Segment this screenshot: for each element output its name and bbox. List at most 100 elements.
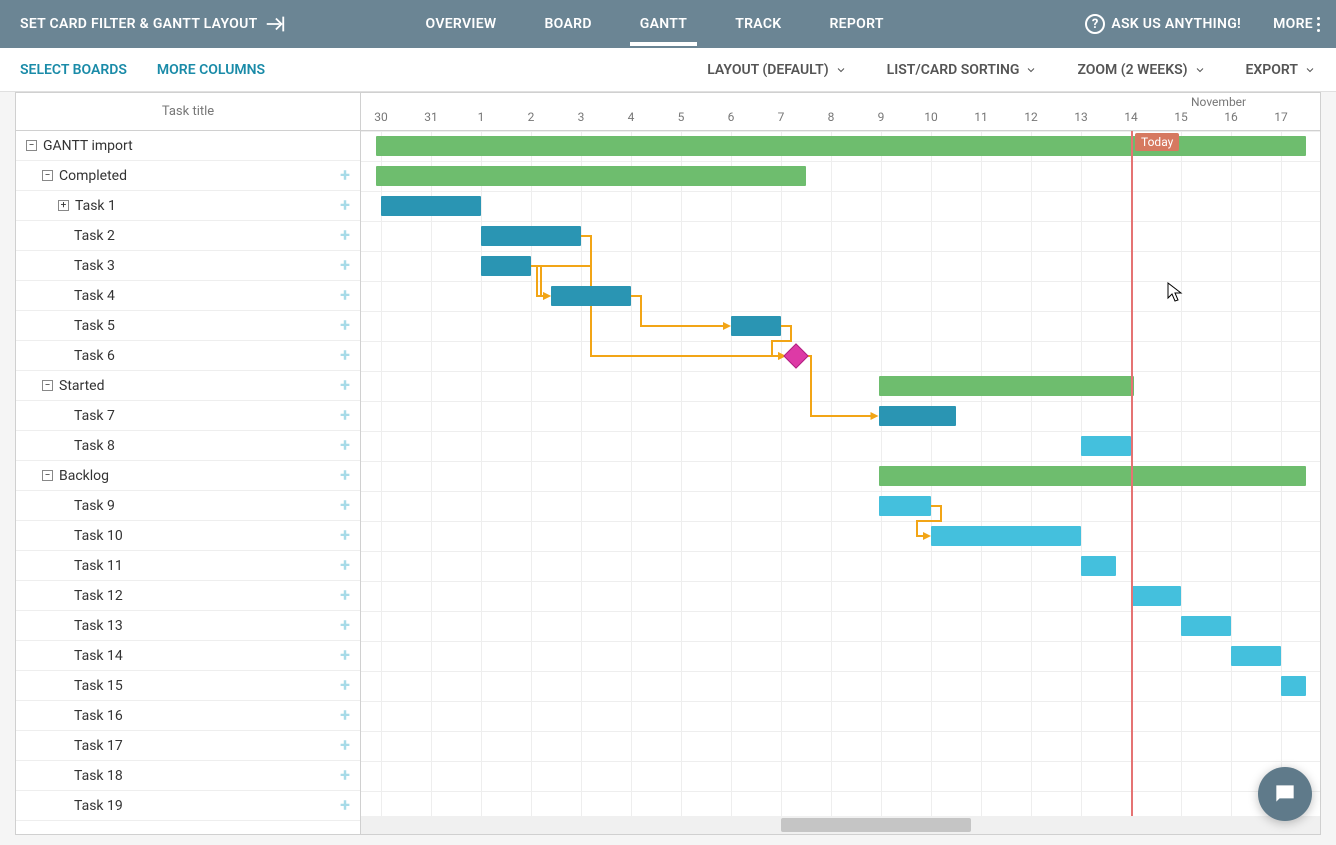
more-columns-button[interactable]: MORE COLUMNS bbox=[157, 62, 265, 78]
add-task-button[interactable]: + bbox=[336, 347, 354, 365]
tab-report[interactable]: REPORT bbox=[829, 2, 883, 46]
gantt-task-bar[interactable] bbox=[731, 316, 781, 336]
add-task-button[interactable]: + bbox=[336, 737, 354, 755]
collapse-icon[interactable]: − bbox=[42, 470, 53, 481]
collapse-icon[interactable]: − bbox=[42, 380, 53, 391]
add-task-button[interactable]: + bbox=[336, 167, 354, 185]
zoom-label: ZOOM (2 WEEKS) bbox=[1077, 62, 1187, 78]
gantt-task-bar[interactable] bbox=[1131, 586, 1181, 606]
day-header: 16 bbox=[1206, 110, 1256, 124]
task-row[interactable]: −GANTT import bbox=[16, 131, 360, 161]
gantt-task-bar[interactable] bbox=[481, 256, 531, 276]
kebab-icon bbox=[1317, 17, 1320, 32]
task-row[interactable]: Task 5+ bbox=[16, 311, 360, 341]
add-task-button[interactable]: + bbox=[336, 557, 354, 575]
task-label: Task 19 bbox=[74, 798, 123, 814]
gantt-task-bar[interactable] bbox=[481, 226, 581, 246]
top-nav: SET CARD FILTER & GANTT LAYOUT OVERVIEW … bbox=[0, 0, 1336, 48]
task-row[interactable]: Task 15+ bbox=[16, 671, 360, 701]
gantt-task-bar[interactable] bbox=[551, 286, 631, 306]
gantt-task-bar[interactable] bbox=[1231, 646, 1281, 666]
task-row[interactable]: Task 7+ bbox=[16, 401, 360, 431]
task-row[interactable]: Task 12+ bbox=[16, 581, 360, 611]
add-task-button[interactable]: + bbox=[336, 377, 354, 395]
task-row[interactable]: Task 11+ bbox=[16, 551, 360, 581]
timeline-pane[interactable]: November 30311234567891011121314151617 T… bbox=[361, 93, 1320, 834]
task-row[interactable]: Task 10+ bbox=[16, 521, 360, 551]
task-row[interactable]: Task 2 + bbox=[16, 221, 360, 251]
collapse-icon[interactable]: − bbox=[26, 140, 37, 151]
chevron-down-icon bbox=[1025, 64, 1037, 76]
add-task-button[interactable]: + bbox=[336, 587, 354, 605]
tab-gantt[interactable]: GANTT bbox=[640, 2, 687, 46]
export-dropdown[interactable]: EXPORT bbox=[1246, 62, 1316, 78]
task-row[interactable]: +Task 1+ bbox=[16, 191, 360, 221]
set-filter-button[interactable]: SET CARD FILTER & GANTT LAYOUT bbox=[0, 13, 306, 35]
tab-board[interactable]: BOARD bbox=[545, 2, 592, 46]
task-row[interactable]: Task 17+ bbox=[16, 731, 360, 761]
add-task-button[interactable]: + bbox=[336, 707, 354, 725]
gantt-group-bar[interactable] bbox=[376, 166, 806, 186]
today-marker-line bbox=[1131, 131, 1133, 816]
task-row[interactable]: −Started+ bbox=[16, 371, 360, 401]
more-menu-button[interactable]: MORE bbox=[1257, 16, 1336, 32]
task-row[interactable]: Task 4+ bbox=[16, 281, 360, 311]
task-label: Task 14 bbox=[74, 648, 123, 664]
layout-dropdown[interactable]: LAYOUT (DEFAULT) bbox=[707, 62, 846, 78]
task-label: Task 2 bbox=[74, 228, 115, 244]
add-task-button[interactable]: + bbox=[336, 227, 354, 245]
add-task-button[interactable]: + bbox=[336, 797, 354, 815]
task-row[interactable]: Task 9+ bbox=[16, 491, 360, 521]
gantt-milestone[interactable] bbox=[783, 343, 808, 368]
add-task-button[interactable]: + bbox=[336, 197, 354, 215]
task-row[interactable]: Task 6+ bbox=[16, 341, 360, 371]
gantt-task-bar[interactable] bbox=[931, 526, 1081, 546]
tab-track[interactable]: TRACK bbox=[735, 2, 781, 46]
gantt-task-bar[interactable] bbox=[1081, 556, 1116, 576]
task-label: Backlog bbox=[59, 468, 109, 484]
add-task-button[interactable]: + bbox=[336, 407, 354, 425]
add-task-button[interactable]: + bbox=[336, 617, 354, 635]
add-task-button[interactable]: + bbox=[336, 497, 354, 515]
gantt-task-bar[interactable] bbox=[879, 496, 932, 516]
task-row[interactable]: Task 8+ bbox=[16, 431, 360, 461]
add-task-button[interactable]: + bbox=[336, 257, 354, 275]
task-row[interactable]: Task 3+ bbox=[16, 251, 360, 281]
task-row[interactable]: −Backlog + bbox=[16, 461, 360, 491]
task-row[interactable]: Task 19 + bbox=[16, 791, 360, 821]
gantt-task-bar[interactable] bbox=[1281, 676, 1306, 696]
add-task-button[interactable]: + bbox=[336, 767, 354, 785]
add-task-button[interactable]: + bbox=[336, 647, 354, 665]
task-row[interactable]: Task 13+ bbox=[16, 611, 360, 641]
ask-us-button[interactable]: ? ASK US ANYTHING! bbox=[1069, 14, 1257, 34]
expand-icon[interactable]: + bbox=[58, 200, 69, 211]
add-task-button[interactable]: + bbox=[336, 677, 354, 695]
gantt-task-bar[interactable] bbox=[1181, 616, 1231, 636]
task-row[interactable]: Task 18+ bbox=[16, 761, 360, 791]
scrollbar-thumb[interactable] bbox=[781, 818, 971, 832]
chat-widget-button[interactable] bbox=[1258, 767, 1312, 821]
task-row[interactable]: Task 14 + bbox=[16, 641, 360, 671]
tab-label: REPORT bbox=[829, 16, 883, 32]
sorting-label: LIST/CARD SORTING bbox=[887, 62, 1020, 78]
collapse-icon[interactable]: − bbox=[42, 170, 53, 181]
add-task-button[interactable]: + bbox=[336, 317, 354, 335]
add-task-button[interactable]: + bbox=[336, 437, 354, 455]
tab-overview[interactable]: OVERVIEW bbox=[426, 2, 497, 46]
task-row[interactable]: −Completed+ bbox=[16, 161, 360, 191]
add-task-button[interactable]: + bbox=[336, 527, 354, 545]
gantt-task-bar[interactable] bbox=[879, 406, 957, 426]
select-boards-button[interactable]: SELECT BOARDS bbox=[20, 62, 127, 78]
add-task-button[interactable]: + bbox=[336, 287, 354, 305]
gantt-task-bar[interactable] bbox=[1081, 436, 1131, 456]
add-task-button[interactable]: + bbox=[336, 467, 354, 485]
set-filter-label: SET CARD FILTER & GANTT LAYOUT bbox=[20, 16, 258, 32]
gantt-group-bar[interactable] bbox=[879, 466, 1307, 486]
task-row[interactable]: Task 16+ bbox=[16, 701, 360, 731]
gantt-group-bar[interactable] bbox=[879, 376, 1134, 396]
gantt-task-bar[interactable] bbox=[381, 196, 481, 216]
zoom-dropdown[interactable]: ZOOM (2 WEEKS) bbox=[1077, 62, 1205, 78]
gantt-grid[interactable]: Today bbox=[361, 131, 1320, 816]
sorting-dropdown[interactable]: LIST/CARD SORTING bbox=[887, 62, 1038, 78]
horizontal-scrollbar[interactable] bbox=[361, 816, 1320, 834]
